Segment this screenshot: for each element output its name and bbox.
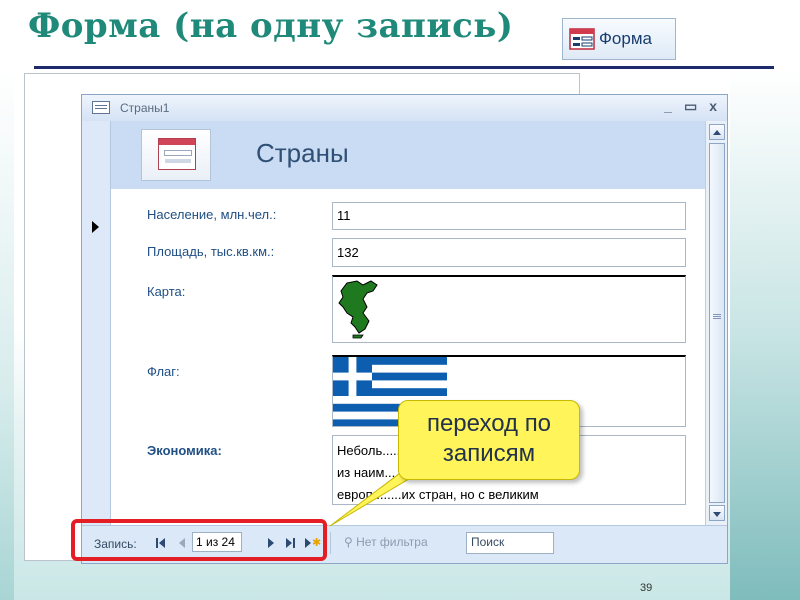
scroll-up-button[interactable] <box>709 124 725 140</box>
current-record-arrow-icon <box>92 221 99 233</box>
population-label: Население, млн.чел.: <box>147 207 277 222</box>
form-header-icon <box>141 129 211 181</box>
greece-map-image <box>338 280 378 339</box>
window-title: Страны1 <box>120 101 170 115</box>
filter-icon: ⚲ <box>344 535 357 549</box>
filter-status-button[interactable]: ⚲ Нет фильтра <box>340 532 460 554</box>
search-input[interactable]: Поиск <box>466 532 554 554</box>
record-selector[interactable] <box>82 121 111 525</box>
population-field[interactable]: 11 <box>332 202 686 230</box>
area-label: Площадь, тыс.кв.км.: <box>147 244 275 259</box>
navigation-callout: переход по записям <box>398 400 580 480</box>
callout-line: записям <box>442 440 536 467</box>
flag-label: Флаг: <box>147 364 180 379</box>
economy-label: Экономика: <box>147 443 222 458</box>
form-header: Страны <box>111 121 705 189</box>
form-ribbon-button[interactable]: Форма <box>562 18 676 60</box>
window-titlebar[interactable]: Страны1 _ ▭ x <box>82 95 727 121</box>
scroll-down-button[interactable] <box>709 505 725 521</box>
chevron-up-icon <box>713 130 721 135</box>
minimize-button[interactable]: _ <box>664 98 672 115</box>
slide-title: Форма (на одну запись) <box>28 6 514 46</box>
chevron-down-icon <box>713 512 721 517</box>
form-icon <box>92 101 110 114</box>
slide-background-left <box>0 70 14 600</box>
page-number: 39 <box>640 582 653 594</box>
maximize-button[interactable]: ▭ <box>684 98 697 115</box>
close-button[interactable]: x <box>709 98 717 115</box>
callout-line: переход по <box>426 410 552 437</box>
map-field[interactable] <box>332 275 686 343</box>
slide-background-right <box>730 70 800 600</box>
title-underline <box>34 66 774 69</box>
form-ribbon-label: Форма <box>599 29 652 48</box>
scroll-thumb[interactable] <box>709 143 725 503</box>
nav-separator <box>330 532 331 554</box>
map-label: Карта: <box>147 284 186 299</box>
form-header-title: Страны <box>256 138 349 168</box>
area-field[interactable]: 132 <box>332 238 686 267</box>
navigation-highlight-frame <box>71 519 327 561</box>
form-icon <box>569 28 595 50</box>
vertical-scrollbar[interactable] <box>705 121 727 525</box>
filter-label: Нет фильтра <box>356 535 428 549</box>
